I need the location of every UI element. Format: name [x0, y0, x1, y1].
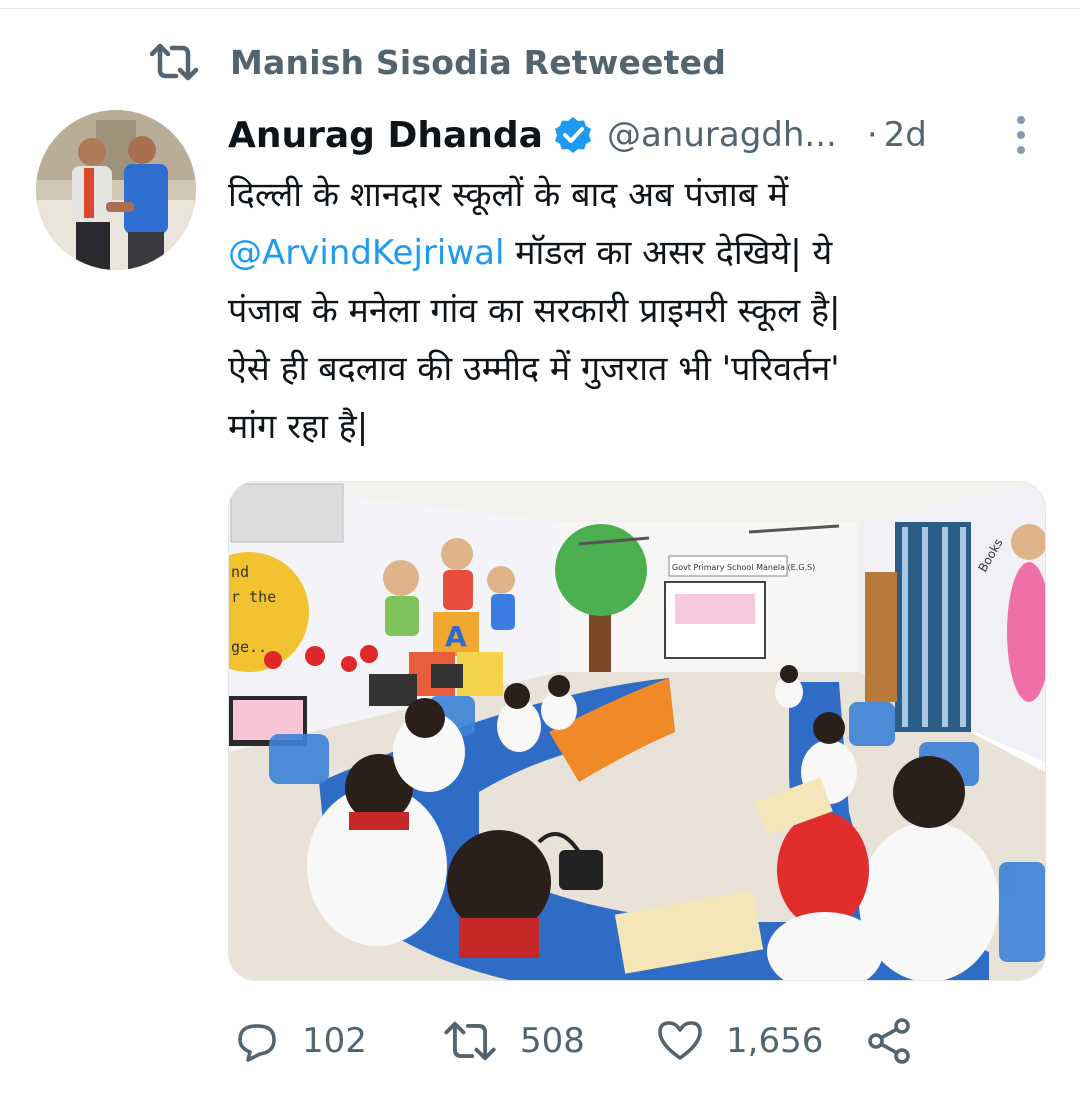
- tweet-text-line-1: दिल्ली के शानदार स्कूलों के बाद अब पंजाब…: [228, 175, 789, 215]
- mention-link[interactable]: @ArvindKejriwal: [228, 233, 504, 273]
- reply-icon: [238, 1024, 276, 1062]
- tweet-header: Anurag Dhanda @anuragdh... · 2d: [228, 108, 1048, 162]
- verified-badge-icon: [554, 117, 591, 153]
- media-school-sign: Govt Primary School Manela (E.G.S): [672, 563, 815, 572]
- avatar-photo: [36, 110, 196, 270]
- like-button[interactable]: 1,656: [656, 1010, 823, 1072]
- tweet-text-line-2: @ArvindKejriwal मॉडल का असर देखिये| ये: [228, 224, 1048, 282]
- avatar[interactable]: [36, 110, 196, 270]
- more-options-icon[interactable]: [1006, 108, 1036, 162]
- author-name[interactable]: Anurag Dhanda: [228, 115, 543, 156]
- tweet-text-line-4: ऐसे ही बदलाव की उम्मीद में गुजरात भी 'पर…: [228, 349, 840, 389]
- retweet-count: 508: [520, 1021, 585, 1061]
- svg-text:r the: r the: [231, 588, 276, 606]
- retweet-context[interactable]: Manish Sisodia Retweeted: [148, 40, 726, 84]
- retweet-context-label: Manish Sisodia Retweeted: [230, 42, 727, 82]
- retweet-action-icon: [444, 1021, 496, 1061]
- like-count: 1,656: [726, 1021, 824, 1061]
- media-wall-text-left: nd: [231, 563, 249, 581]
- heart-icon: [658, 1021, 702, 1060]
- share-button[interactable]: [864, 1010, 914, 1072]
- separator-dot: ·: [866, 115, 878, 155]
- tweet-timestamp[interactable]: 2d: [884, 115, 927, 155]
- reply-button[interactable]: 102: [234, 1010, 367, 1072]
- tweet-media[interactable]: nd r the ge.. A Govt Primary School Mane…: [228, 481, 1046, 981]
- tweet-text: दिल्ली के शानदार स्कूलों के बाद अब पंजाब…: [228, 166, 1048, 456]
- tweet-text-line-2-rest: मॉडल का असर देखिये| ये: [504, 233, 833, 273]
- classroom-photo: nd r the ge.. A Govt Primary School Mane…: [229, 482, 1045, 980]
- author-handle[interactable]: @anuragdh...: [607, 115, 837, 155]
- tweet-text-line-3: पंजाब के मनेला गांव का सरकारी प्राइमरी स…: [228, 291, 841, 331]
- svg-text:A: A: [445, 620, 467, 653]
- reply-count: 102: [302, 1021, 367, 1061]
- tweet-actions: 102 508 1,656: [228, 1010, 1048, 1072]
- top-divider: [0, 0, 1080, 9]
- retweet-icon: [149, 43, 199, 81]
- share-icon: [868, 1018, 910, 1064]
- retweet-button[interactable]: 508: [442, 1010, 585, 1072]
- tweet-text-line-5: मांग रहा है|: [228, 407, 369, 447]
- svg-text:ge..: ge..: [231, 638, 267, 656]
